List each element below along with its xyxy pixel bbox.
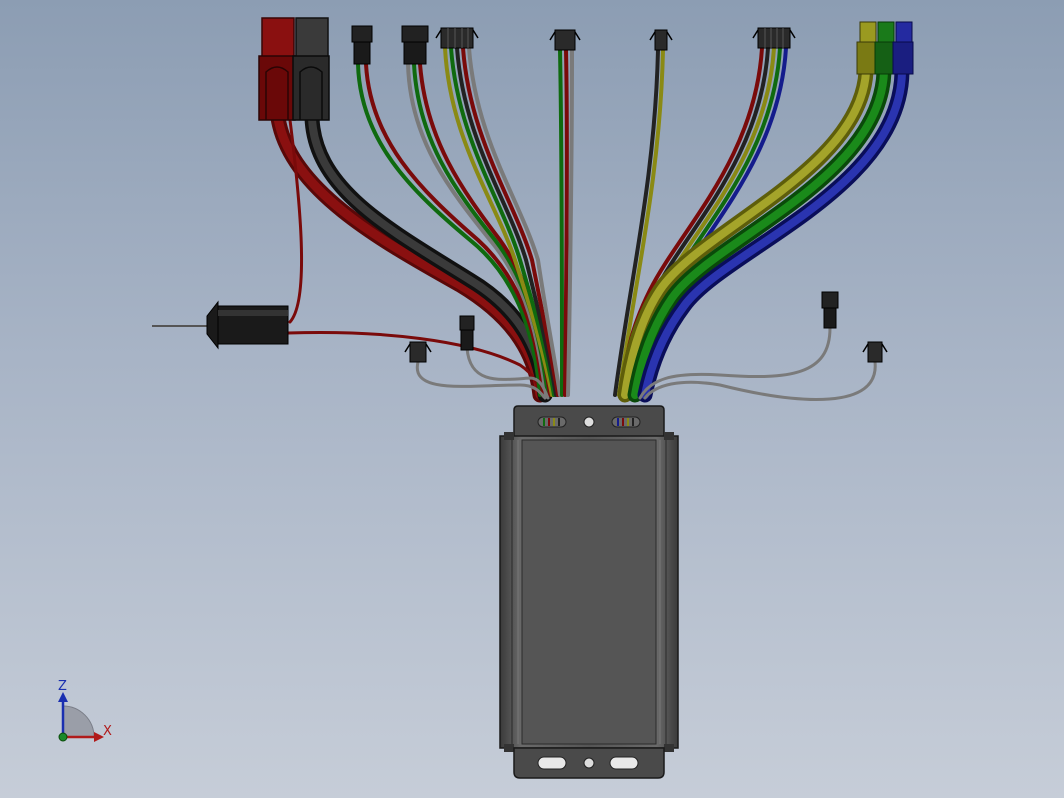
cad-viewport[interactable]: Z X bbox=[0, 0, 1064, 798]
z-axis-label: Z bbox=[58, 679, 67, 694]
signal-connector-2pin-left bbox=[351, 25, 373, 65]
controller-wiring-model: Z X bbox=[58, 17, 914, 779]
motor-controller-body bbox=[499, 405, 679, 779]
signal-connector-hanging-1 bbox=[404, 341, 432, 363]
signal-connector-hanging-4 bbox=[862, 341, 888, 363]
y-axis-dot-icon bbox=[58, 732, 68, 742]
phase-connector-blue bbox=[892, 21, 914, 75]
signal-connector-3pin-center bbox=[549, 29, 581, 51]
power-connector-red bbox=[258, 17, 296, 121]
axis-quarter-disc bbox=[62, 705, 95, 738]
x-axis-label: X bbox=[103, 724, 112, 739]
signal-connector-6pin-right bbox=[752, 27, 796, 49]
power-connector-black bbox=[292, 17, 330, 121]
phase-connector-green bbox=[874, 21, 896, 75]
signal-connector-hanging-3 bbox=[821, 291, 839, 329]
signal-connector-6pin-left bbox=[435, 27, 479, 49]
signal-connector-hanging-2 bbox=[459, 315, 475, 351]
phase-connector-yellow bbox=[856, 21, 878, 75]
axis-triad: Z X bbox=[58, 679, 112, 742]
key-switch-sensor bbox=[152, 300, 289, 350]
signal-connector-2pin-center bbox=[649, 29, 673, 51]
signal-connector-3pin bbox=[401, 25, 429, 65]
wire-harness bbox=[270, 46, 910, 403]
